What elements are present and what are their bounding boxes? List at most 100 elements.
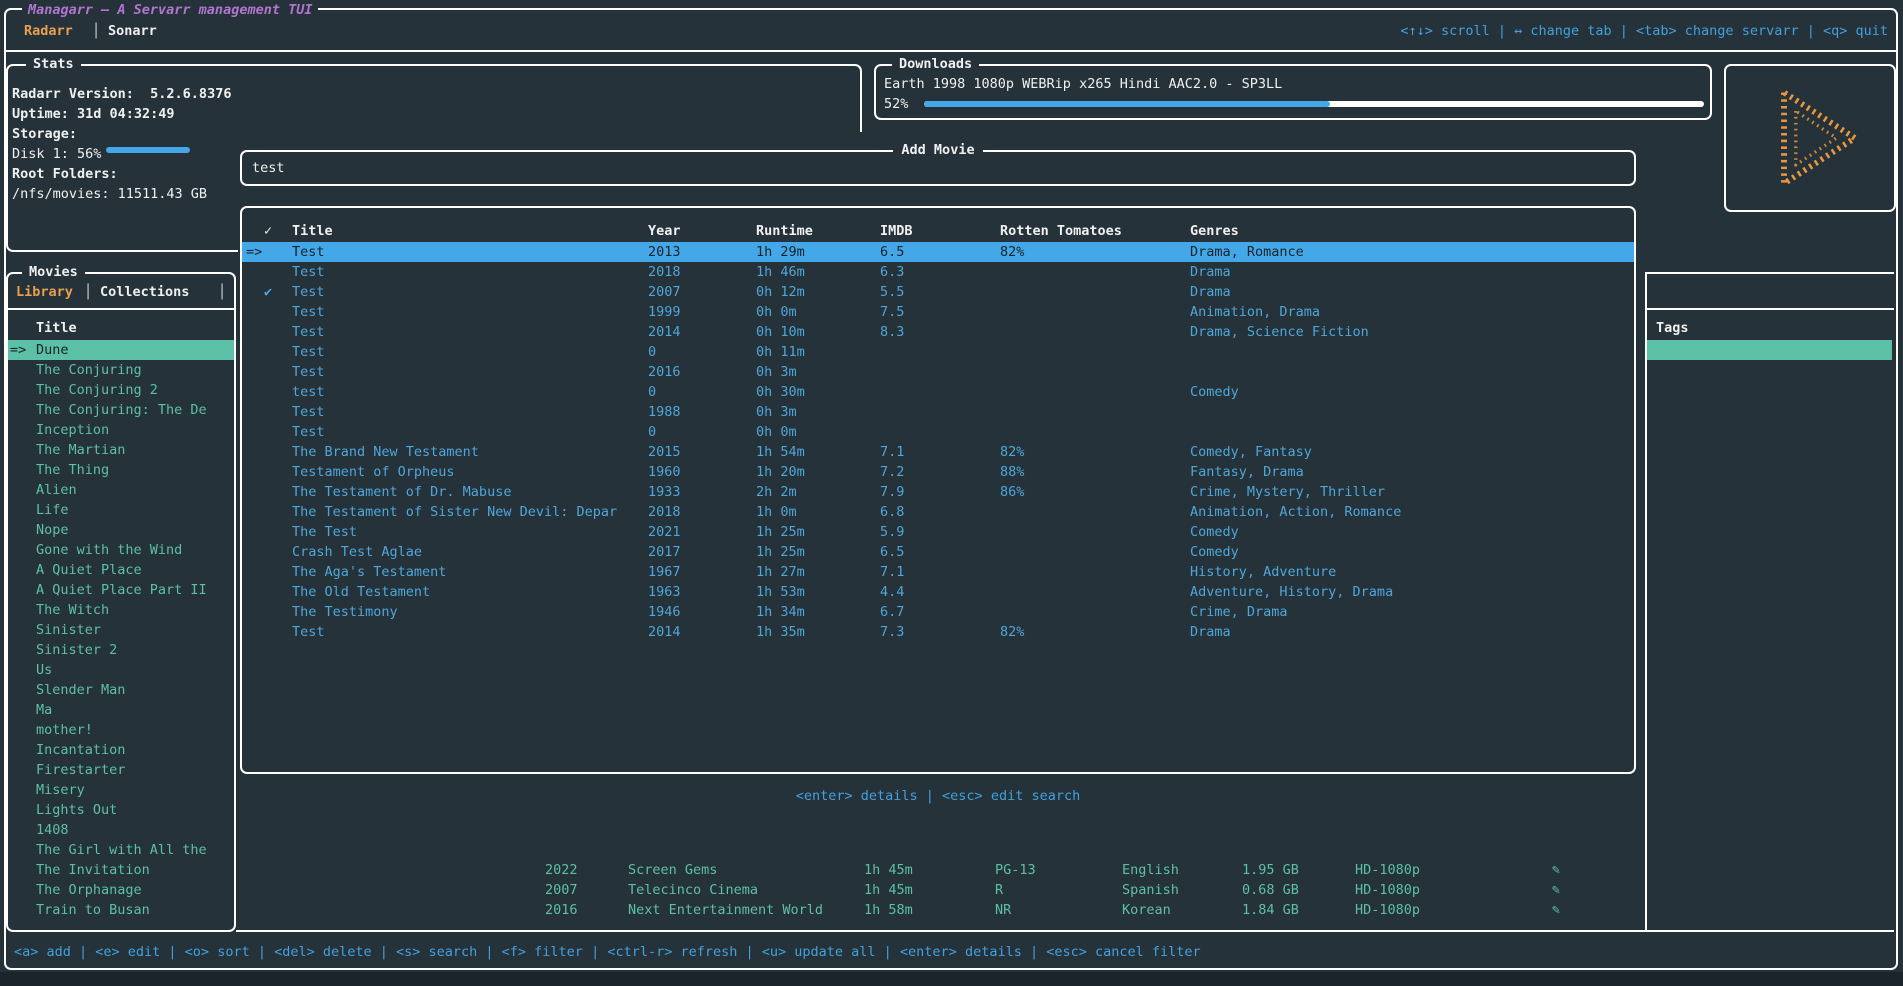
add-movie-result-row[interactable]: The Aga's Testament 1967 1h 27m 7.1 Hist… [242, 562, 1634, 582]
movie-list-item[interactable]: The Martian [8, 440, 234, 460]
selected-row-arrow: => [10, 340, 26, 360]
download-item[interactable]: Earth 1998 1080p WEBRip x265 Hindi AAC2.… [884, 74, 1282, 94]
movie-list-item[interactable]: A Quiet Place [8, 560, 234, 580]
stats-panel-title: Stats [26, 54, 81, 74]
add-movie-result-row[interactable]: ✔ Test 2007 0h 12m 5.5 Drama [242, 282, 1634, 302]
tab-radarr[interactable]: Radarr [24, 21, 73, 41]
add-movie-result-row[interactable]: => Test 2013 1h 29m 6.5 82% Drama, Roman… [242, 242, 1634, 262]
result-title: Test [292, 322, 325, 342]
result-year: 1933 [648, 482, 681, 502]
result-title: Test [292, 242, 325, 262]
details-panel-border [1645, 272, 1647, 932]
file-year: 2022 [545, 860, 578, 880]
movie-file-row[interactable]: 2016 Next Entertainment World 1h 58m NR … [0, 900, 1903, 920]
add-movie-result-row[interactable]: Test 2018 1h 46m 6.3 Drama [242, 262, 1634, 282]
add-movie-result-row[interactable]: Test 1999 0h 0m 7.5 Animation, Drama [242, 302, 1634, 322]
result-year: 1960 [648, 462, 681, 482]
movie-list-item[interactable]: The Thing [8, 460, 234, 480]
movie-list-item[interactable]: 1408 [8, 820, 234, 840]
add-movie-result-row[interactable]: Test 2014 1h 35m 7.3 82% Drama [242, 622, 1634, 642]
movie-list-item[interactable]: The Conjuring 2 [8, 380, 234, 400]
movie-file-row[interactable]: 2007 Telecinco Cinema 1h 45m R Spanish 0… [0, 880, 1903, 900]
movie-list-item[interactable]: mother! [8, 720, 234, 740]
result-title: Test [292, 342, 325, 362]
result-title: Testament of Orpheus [292, 462, 455, 482]
add-movie-result-row[interactable]: Test 2016 0h 3m [242, 362, 1634, 382]
add-movie-result-row[interactable]: Testament of Orpheus 1960 1h 20m 7.2 88%… [242, 462, 1634, 482]
add-movie-result-row[interactable]: The Testament of Dr. Mabuse 1933 2h 2m 7… [242, 482, 1634, 502]
movie-title: Ma [36, 700, 52, 720]
movie-list-item[interactable]: Ma [8, 700, 234, 720]
add-movie-result-row[interactable]: The Testament of Sister New Devil: Depar… [242, 502, 1634, 522]
result-title: The Testament of Dr. Mabuse [292, 482, 511, 502]
movie-list-item[interactable]: Misery [8, 780, 234, 800]
movie-list-item[interactable]: => Dune [8, 340, 234, 360]
add-movie-result-row[interactable]: Crash Test Aglae 2017 1h 25m 6.5 Comedy [242, 542, 1634, 562]
tab-collections[interactable]: Collections [100, 282, 189, 302]
result-imdb: 7.3 [880, 622, 904, 642]
result-imdb: 7.1 [880, 562, 904, 582]
movie-list-item[interactable]: Slender Man [8, 680, 234, 700]
file-runtime: 1h 58m [864, 900, 913, 920]
movie-list-item[interactable]: A Quiet Place Part II [8, 580, 234, 600]
movie-title: A Quiet Place Part II [36, 580, 207, 600]
movie-list-item[interactable]: Sinister [8, 620, 234, 640]
movie-list-item[interactable]: The Orphanage [8, 880, 234, 900]
add-movie-result-row[interactable]: test 0 0h 30m Comedy [242, 382, 1634, 402]
result-imdb: 6.8 [880, 502, 904, 522]
download-item-title: Earth 1998 1080p WEBRip x265 Hindi AAC2.… [884, 76, 1282, 92]
movie-list-item[interactable]: Lights Out [8, 800, 234, 820]
add-movie-result-row[interactable]: Test 0 0h 0m [242, 422, 1634, 442]
tab-sonarr[interactable]: Sonarr [108, 21, 157, 41]
movie-list-item[interactable]: Nope [8, 520, 234, 540]
add-movie-result-row[interactable]: The Old Testament 1963 1h 53m 4.4 Advent… [242, 582, 1634, 602]
result-genres: Adventure, History, Drama [1190, 582, 1393, 602]
result-runtime: 1h 53m [756, 582, 805, 602]
movie-list-item[interactable]: The Invitation [8, 860, 234, 880]
movie-list-item[interactable]: The Witch [8, 600, 234, 620]
result-year: 2018 [648, 262, 681, 282]
add-movie-result-row[interactable]: Test 0 0h 11m [242, 342, 1634, 362]
movie-list-item[interactable]: Alien [8, 480, 234, 500]
disk-usage-gauge [106, 147, 190, 153]
movie-list-item[interactable]: Incantation [8, 740, 234, 760]
movie-title: A Quiet Place [36, 560, 142, 580]
movie-list-item[interactable]: Sinister 2 [8, 640, 234, 660]
movie-title: The Orphanage [36, 880, 142, 900]
result-year: 1946 [648, 602, 681, 622]
movie-list-item[interactable]: The Girl with All the [8, 840, 234, 860]
result-year: 2018 [648, 502, 681, 522]
add-movie-result-row[interactable]: Test 2014 0h 10m 8.3 Drama, Science Fict… [242, 322, 1634, 342]
tab-library[interactable]: Library [16, 282, 73, 302]
movie-list-item[interactable]: Us [8, 660, 234, 680]
result-runtime: 1h 34m [756, 602, 805, 622]
movie-list-item[interactable]: Life [8, 500, 234, 520]
result-title: The Aga's Testament [292, 562, 446, 582]
result-year: 1963 [648, 582, 681, 602]
movie-list-item[interactable]: Gone with the Wind [8, 540, 234, 560]
tags-column-header: Tags [1656, 318, 1689, 338]
movie-file-row[interactable]: 2022 Screen Gems 1h 45m PG-13 English 1.… [0, 860, 1903, 880]
movie-list-item[interactable]: The Conjuring: The De [8, 400, 234, 420]
tags-selected-row[interactable] [1647, 340, 1892, 360]
result-imdb: 7.9 [880, 482, 904, 502]
add-movie-result-row[interactable]: The Testimony 1946 1h 34m 6.7 Crime, Dra… [242, 602, 1634, 622]
movie-list-item[interactable]: Inception [8, 420, 234, 440]
movie-list-item[interactable]: Firestarter [8, 760, 234, 780]
add-movie-search-input[interactable]: test [252, 158, 285, 178]
result-year: 0 [648, 422, 656, 442]
add-movie-result-row[interactable]: The Brand New Testament 2015 1h 54m 7.1 … [242, 442, 1634, 462]
result-rotten-tomatoes: 82% [1000, 622, 1024, 642]
result-runtime: 0h 0m [756, 422, 797, 442]
add-movie-result-row[interactable]: Test 1988 0h 3m [242, 402, 1634, 422]
result-genres: Drama, Science Fiction [1190, 322, 1369, 342]
terminal-strip [0, 972, 1903, 986]
add-movie-result-row[interactable]: The Test 2021 1h 25m 5.9 Comedy [242, 522, 1634, 542]
movie-list-item[interactable]: The Conjuring [8, 360, 234, 380]
movie-title: Train to Busan [36, 900, 150, 920]
result-imdb: 7.1 [880, 442, 904, 462]
movie-title: Gone with the Wind [36, 540, 182, 560]
movie-list-item[interactable]: Train to Busan [8, 900, 234, 920]
result-imdb: 8.3 [880, 322, 904, 342]
result-genres: Drama [1190, 622, 1231, 642]
